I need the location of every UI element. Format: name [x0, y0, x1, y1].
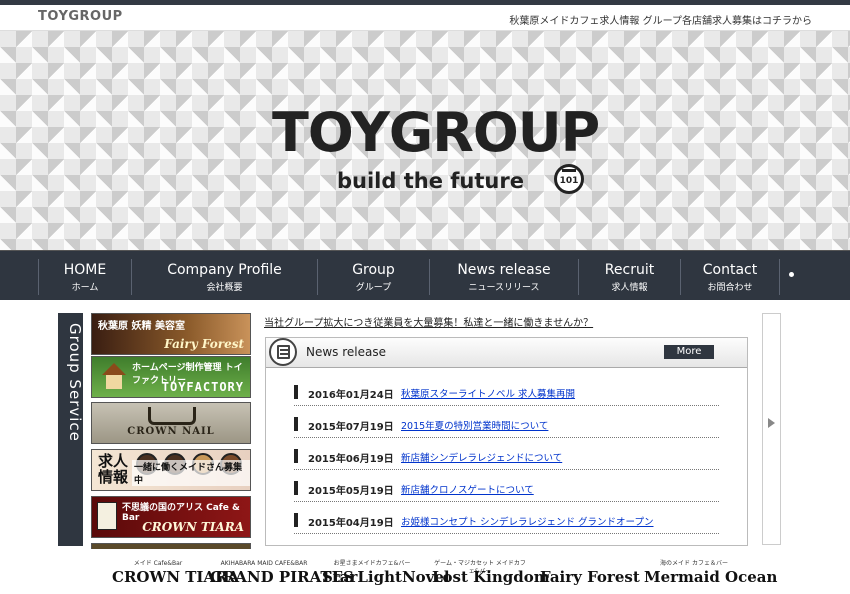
news-link[interactable]: 新店舗クロノスゲートについて — [401, 482, 534, 496]
nav-group-sublabel: グループ — [355, 283, 392, 293]
news-more-button[interactable]: More — [664, 345, 714, 359]
logo-title: GRAND PIRATES — [210, 568, 354, 586]
emblem-number: 101 — [559, 176, 579, 186]
document-line — [280, 349, 288, 351]
banner-title: TOYFACTORY — [161, 380, 244, 394]
arrow-right-icon — [768, 418, 775, 428]
document-line — [280, 357, 288, 359]
nav-company-label: Company Profile — [167, 262, 282, 278]
news-link[interactable]: 新店舗シンデレラレジェンドについて — [401, 450, 562, 464]
nav-news-release[interactable]: News release ニュースリリース — [430, 251, 578, 301]
news-link[interactable]: 秋葉原スターライトノベル 求人募集再開 — [401, 386, 575, 400]
nav-contact-sublabel: お問合わせ — [707, 283, 753, 293]
nav-home-sublabel: ホーム — [71, 283, 99, 293]
logo-title: StarLightNovel — [322, 568, 450, 586]
banner-caption: 求人情報 — [98, 452, 129, 486]
playing-card-icon — [97, 502, 117, 530]
logo-starlight-novel[interactable]: お星さまメイドカフェ&バー StarLightNovel — [322, 560, 450, 594]
news-header: News release More — [266, 338, 747, 368]
logo-title: CROWN TIARA — [112, 568, 240, 586]
banner-recruit[interactable]: 求人情報 一緒に働くメイドさん募集中 — [91, 449, 251, 491]
logo-caption — [540, 560, 636, 568]
news-item: 2015年05月19日 新店舗クロノスゲートについて — [294, 478, 719, 502]
nav-recruit-sublabel: 求人情報 — [611, 283, 648, 293]
nav-separator — [779, 259, 780, 295]
news-title: News release — [306, 345, 386, 359]
house-icon — [102, 363, 126, 375]
nav-company-sublabel: 会社概要 — [206, 283, 243, 293]
news-item: 2015年04月19日 お姫様コンセプト シンデレラレジェンド グランドオープン — [294, 510, 719, 534]
banner-crown-tiara[interactable]: 不思議の国のアリス Cafe & Bar CROWN TIARA — [91, 496, 251, 538]
news-link[interactable]: お姫様コンセプト シンデレラレジェンド グランドオープン — [401, 514, 653, 528]
crown-icon — [148, 407, 196, 425]
news-link[interactable]: 2015年夏の特別営業時間について — [401, 418, 548, 432]
logo-caption: メイド Cafe&Bar — [133, 560, 183, 567]
logo-caption: ゲーム・マジカセット メイドカフェ&バー — [434, 560, 526, 575]
top-logo-link[interactable]: TOYGROUP — [38, 9, 123, 24]
house-body-icon — [106, 375, 122, 389]
toy-emblem-icon: 101 — [554, 164, 584, 194]
footer-logo-strip: メイド Cafe&Bar CROWN TIARA AKIHABARA MAID … — [0, 560, 850, 594]
top-bar: TOYGROUP 秋葉原メイドカフェ求人情報 グループ各店舗求人募集はコチラから — [0, 5, 850, 31]
nav-home-label: HOME — [63, 262, 107, 278]
logo-grand-pirates[interactable]: AKIHABARA MAID CAFE&BAR GRAND PIRATES — [210, 560, 354, 594]
news-item: 2016年01月24日 秋葉原スターライトノベル 求人募集再開 — [294, 382, 719, 406]
nav-news-label: News release — [457, 262, 551, 278]
logo-crown-tiara[interactable]: メイド Cafe&Bar CROWN TIARA — [112, 560, 240, 594]
news-bullet — [294, 481, 298, 495]
group-service-label: Group Service — [58, 313, 84, 546]
news-release-panel: News release More 2016年01月24日 秋葉原スターライトノ… — [265, 337, 748, 546]
nav-contact-label: Contact — [702, 262, 758, 278]
news-date: 2015年04月19日 — [308, 518, 394, 529]
nav-contact[interactable]: Contact お問合わせ — [681, 251, 779, 301]
logo-lost-kingdom[interactable]: ゲーム・マジカセット メイドカフェ&バー Lost Kingdom — [432, 560, 550, 594]
news-date: 2015年05月19日 — [308, 486, 394, 497]
banner-title: 一緒に働くメイドさん募集中 — [132, 460, 250, 486]
document-line — [280, 353, 288, 355]
logo-caption: 海のメイド カフェ＆バー — [660, 560, 728, 567]
recruit-notice-link[interactable]: 当社グループ拡大につき従業員を大量募集！私達と一緒に働きませんか？ — [264, 314, 593, 329]
nav-recruit-label: Recruit — [604, 262, 655, 278]
logo-fairy-forest[interactable]: Fairy Forest — [540, 560, 640, 594]
news-date: 2016年01月24日 — [308, 390, 394, 401]
nav-group[interactable]: Group グループ — [318, 251, 429, 301]
slider-next-button[interactable] — [762, 313, 781, 545]
nav-group-label: Group — [352, 262, 395, 278]
logo-caption: お星さまメイドカフェ&バー — [333, 560, 411, 567]
nav-home[interactable]: HOME ホーム — [39, 251, 131, 301]
news-date: 2015年06月19日 — [308, 454, 394, 465]
logo-title: Mermaid Ocean — [644, 568, 778, 586]
logo-title: Lost Kingdom — [432, 568, 550, 586]
news-bullet — [294, 513, 298, 527]
logo-title: Fairy Forest — [540, 568, 640, 586]
news-bullet — [294, 385, 298, 399]
news-bullet — [294, 449, 298, 463]
nav-company-profile[interactable]: Company Profile 会社概要 — [132, 251, 317, 301]
banner-crown-nail[interactable]: CROWN NAIL — [91, 402, 251, 444]
top-tagline: 秋葉原メイドカフェ求人情報 グループ各店舗求人募集はコチラから — [509, 16, 812, 27]
logo-caption: AKIHABARA MAID CAFE&BAR — [220, 560, 308, 567]
nav-dot-icon — [789, 272, 794, 277]
main-nav: HOME ホーム Company Profile 会社概要 Group グループ… — [0, 250, 850, 300]
banner-title: Fairy Forest — [164, 337, 244, 351]
banner-title: CROWN NAIL — [127, 426, 215, 437]
hero-banner: TOYGROUP build the future 101 — [0, 31, 850, 250]
banner-fairy-forest[interactable]: 秋葉原 妖精 美容室 Fairy Forest — [91, 313, 251, 355]
news-document-icon — [269, 338, 297, 366]
nav-recruit[interactable]: Recruit 求人情報 — [579, 251, 680, 301]
news-item: 2015年07月19日 2015年夏の特別営業時間について — [294, 414, 719, 438]
banner-partial[interactable] — [91, 543, 251, 549]
news-item: 2015年06月19日 新店舗シンデレラレジェンドについて — [294, 446, 719, 470]
nav-news-sublabel: ニュースリリース — [468, 283, 540, 293]
banner-title: CROWN TIARA — [142, 520, 244, 534]
crown-icon — [562, 169, 576, 175]
hero-subtitle: build the future — [337, 169, 524, 193]
banner-toyfactory[interactable]: ホームページ制作管理 トイファクトリー TOYFACTORY — [91, 356, 251, 398]
hero-brand: TOYGROUP — [272, 101, 600, 164]
group-service-text: Group Service — [66, 323, 84, 442]
logo-mermaid-ocean[interactable]: 海のメイド カフェ＆バー Mermaid Ocean — [644, 560, 778, 594]
news-bullet — [294, 417, 298, 431]
banner-caption: 秋葉原 妖精 美容室 — [98, 321, 185, 332]
news-date: 2015年07月19日 — [308, 422, 394, 433]
